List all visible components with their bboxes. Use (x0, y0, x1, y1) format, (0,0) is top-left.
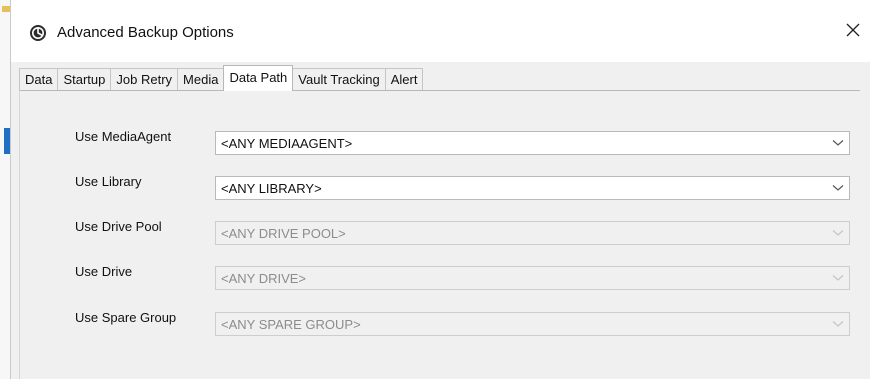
chevron-down-icon[interactable] (827, 177, 849, 199)
chevron-down-icon (827, 267, 849, 289)
dropdown-value: <ANY MEDIAAGENT> (221, 135, 353, 151)
use-mediaagent-dropdown[interactable]: <ANY MEDIAAGENT> (215, 131, 850, 155)
chevron-down-icon (827, 222, 849, 244)
screen: Advanced Backup Options Data Startup Job… (0, 0, 870, 379)
use-mediaagent-label: Use MediaAgent (75, 129, 172, 144)
commvault-logo-icon (29, 24, 47, 42)
field-row-drive-pool: Use Drive Pool <ANY DRIVE POOL> (20, 219, 860, 247)
advanced-backup-options-dialog: Advanced Backup Options Data Startup Job… (10, 0, 870, 379)
tab-alert[interactable]: Alert (384, 68, 424, 90)
title-bar[interactable]: Advanced Backup Options (11, 0, 870, 62)
use-drive-label: Use Drive (75, 264, 133, 279)
tab-media[interactable]: Media (177, 68, 225, 90)
use-spare-group-label: Use Spare Group (75, 310, 177, 325)
dropdown-value: <ANY SPARE GROUP> (221, 316, 361, 332)
use-library-label: Use Library (75, 174, 142, 189)
dropdown-value: <ANY DRIVE> (221, 270, 307, 286)
background-window-edge (0, 0, 10, 379)
window-title: Advanced Backup Options (57, 24, 234, 41)
close-icon (845, 22, 861, 42)
chevron-down-icon (827, 313, 849, 335)
dropdown-value: <ANY LIBRARY> (221, 180, 322, 196)
use-drive-dropdown: <ANY DRIVE> (215, 266, 850, 290)
close-button[interactable] (839, 18, 867, 46)
tab-vault-tracking[interactable]: Vault Tracking (292, 68, 386, 90)
use-spare-group-dropdown: <ANY SPARE GROUP> (215, 312, 850, 336)
tab-data-path[interactable]: Data Path (223, 65, 294, 91)
data-path-panel: Use MediaAgent <ANY MEDIAAGENT> Use Libr… (19, 90, 860, 379)
chevron-down-icon[interactable] (827, 132, 849, 154)
use-drive-pool-label: Use Drive Pool (75, 219, 162, 234)
tab-startup[interactable]: Startup (57, 68, 112, 90)
field-row-mediaagent: Use MediaAgent <ANY MEDIAAGENT> (20, 129, 860, 157)
dropdown-value: <ANY DRIVE POOL> (221, 225, 346, 241)
use-drive-pool-dropdown: <ANY DRIVE POOL> (215, 221, 850, 245)
tab-data[interactable]: Data (19, 68, 59, 90)
field-row-spare-group: Use Spare Group <ANY SPARE GROUP> (20, 310, 860, 338)
field-row-library: Use Library <ANY LIBRARY> (20, 174, 860, 202)
use-library-dropdown[interactable]: <ANY LIBRARY> (215, 176, 850, 200)
tab-strip: Data Startup Job Retry Media Data Path V… (19, 65, 424, 91)
field-row-drive: Use Drive <ANY DRIVE> (20, 264, 860, 292)
background-fragment (2, 6, 10, 12)
tab-job-retry[interactable]: Job Retry (110, 68, 179, 90)
